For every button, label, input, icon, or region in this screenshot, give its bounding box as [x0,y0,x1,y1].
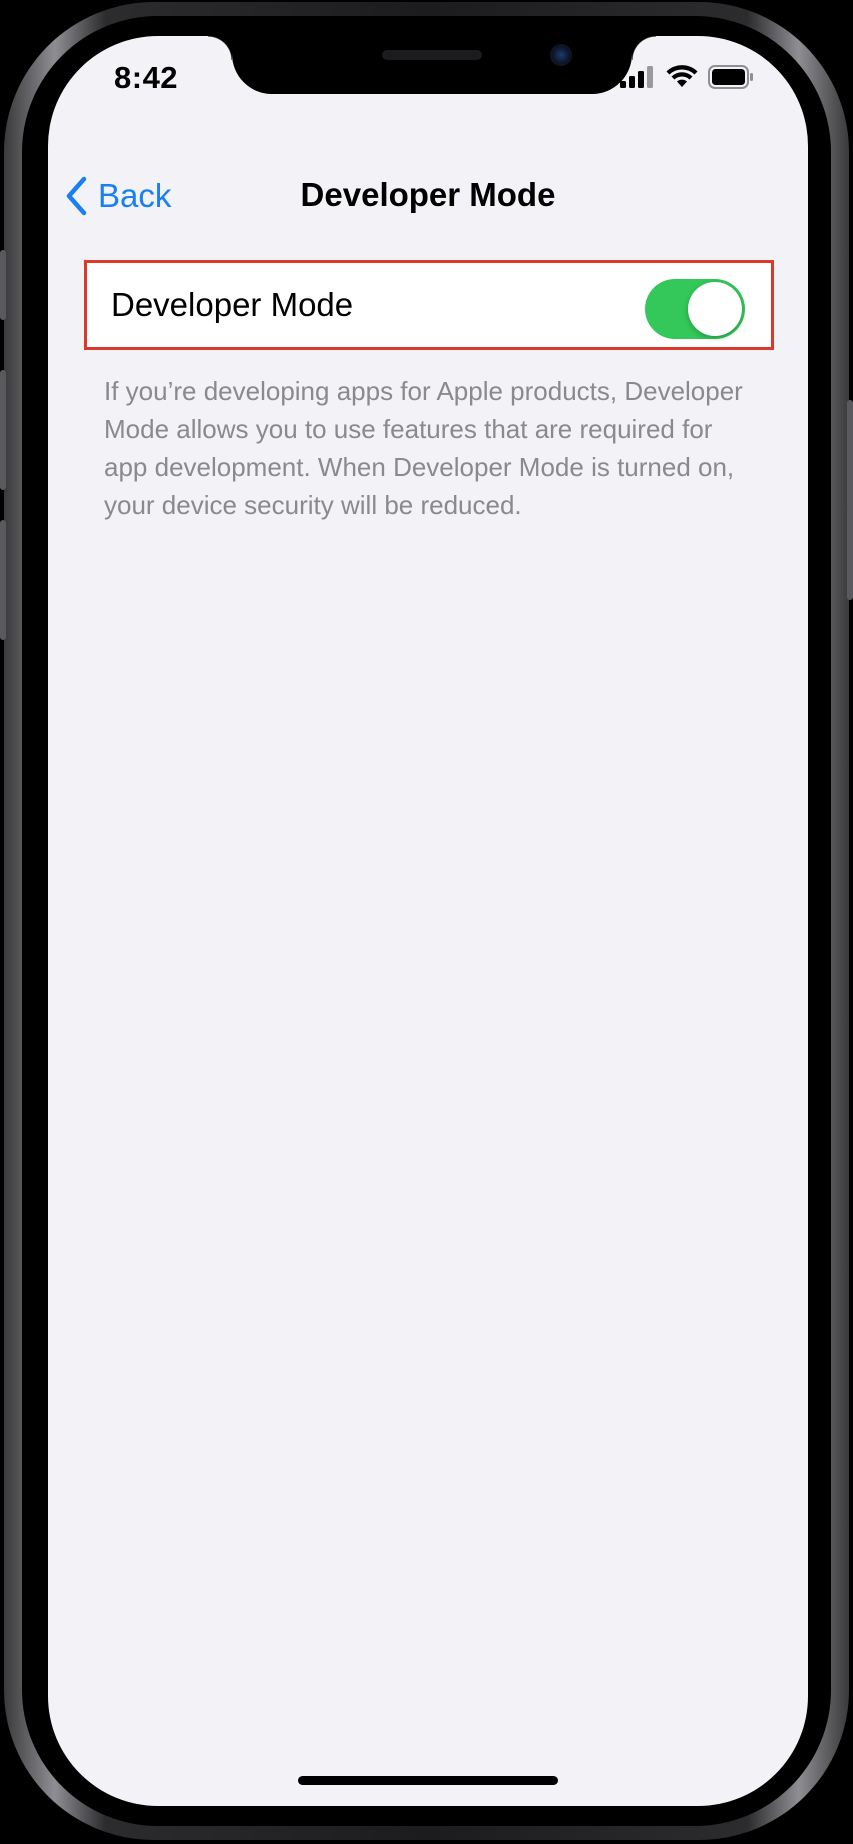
screen: 8:42 Back Developer Mode Developer Mode … [48,36,808,1806]
silent-switch [0,250,6,320]
navigation-bar: Back Developer Mode [48,156,808,226]
battery-icon [708,65,753,89]
developer-mode-description: If you’re developing apps for Apple prod… [104,376,743,520]
developer-mode-toggle[interactable] [645,279,745,339]
status-icons [620,65,754,89]
notch [208,36,656,94]
status-time: 8:42 [114,60,179,95]
wifi-icon [666,65,698,87]
volume-up-button [0,370,6,490]
side-power-button [847,400,853,600]
home-indicator[interactable] [298,1776,558,1785]
toggle-knob [688,282,742,336]
earpiece-speaker [382,50,482,60]
volume-down-button [0,520,6,640]
front-camera [550,44,572,66]
developer-mode-label: Developer Mode [111,286,354,323]
phone-frame: 8:42 Back Developer Mode Developer Mode … [0,0,853,1844]
page-title: Developer Mode [300,176,556,213]
developer-mode-row: Developer Mode [84,260,774,350]
